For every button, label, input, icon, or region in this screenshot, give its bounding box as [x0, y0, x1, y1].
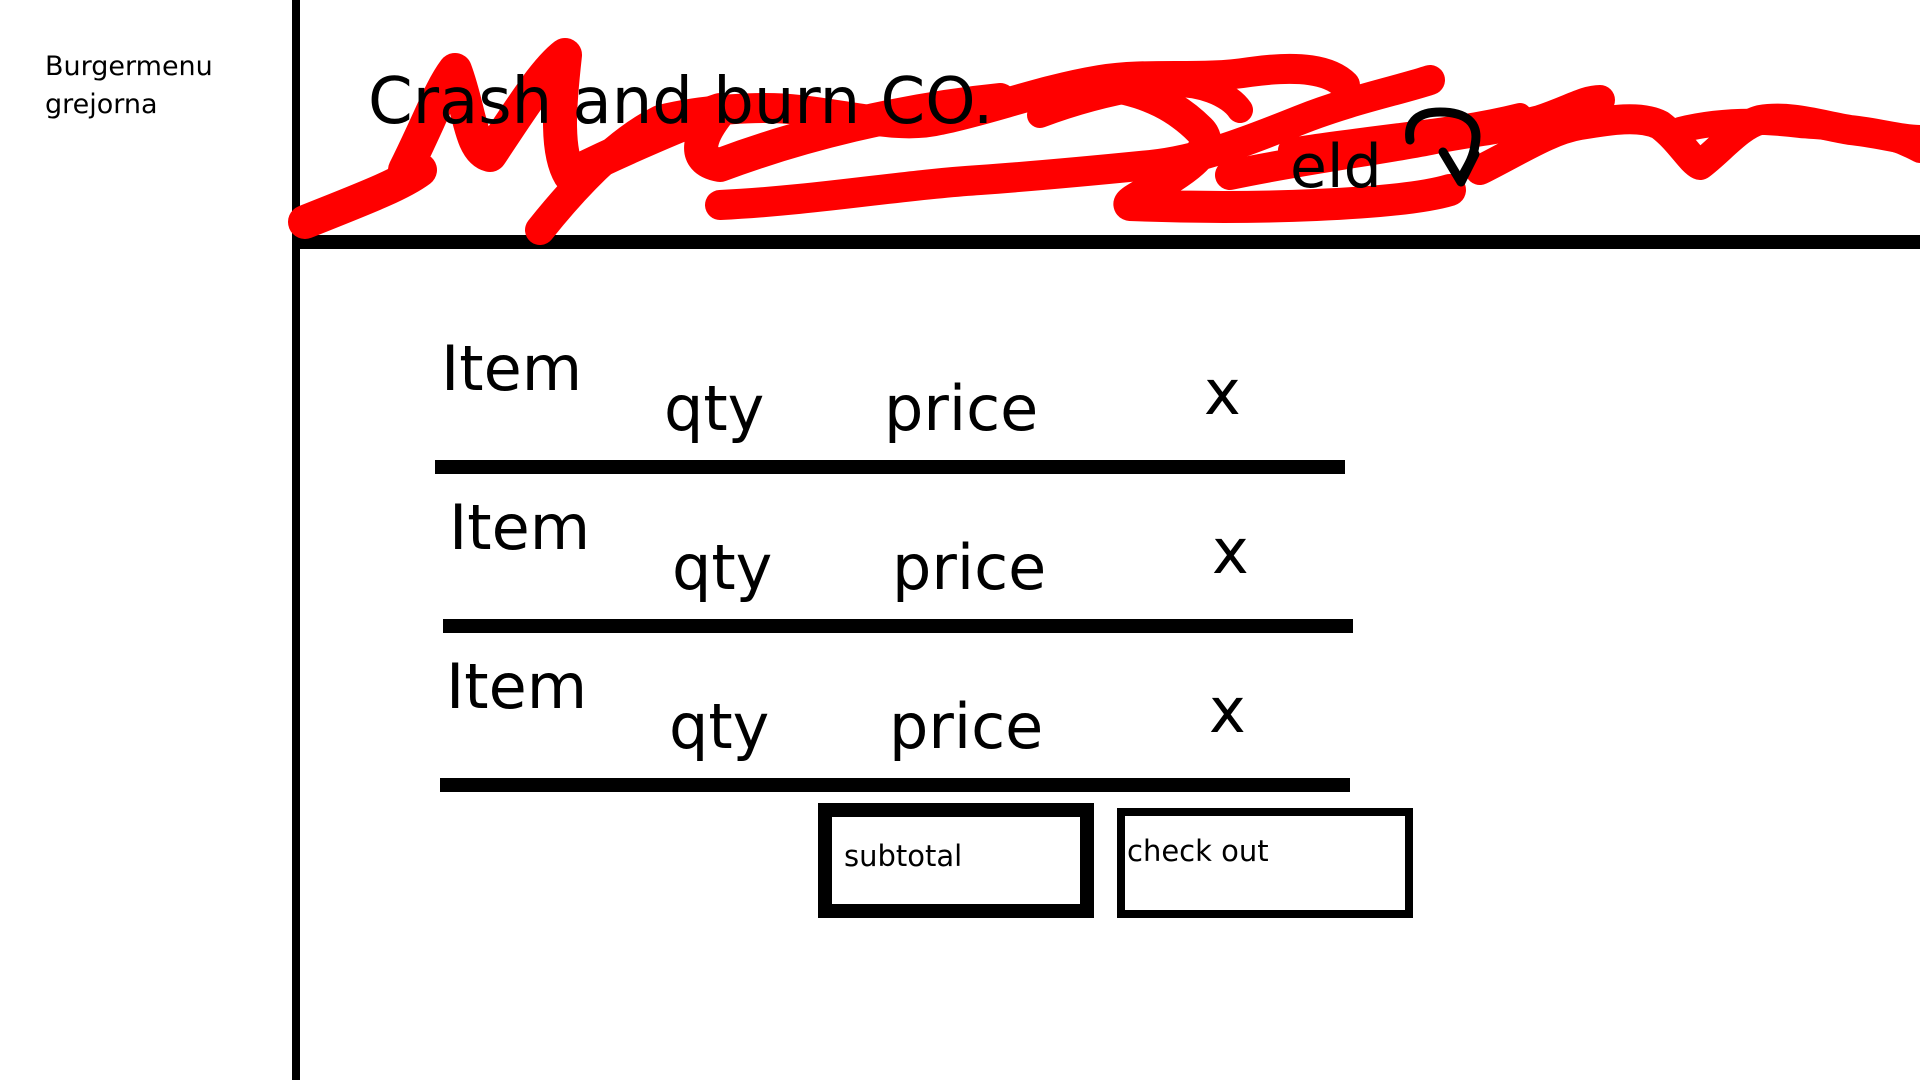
checkout-button[interactable]: check out — [1117, 808, 1413, 918]
curved-arrow-icon[interactable] — [1395, 100, 1495, 200]
cart-page: Burgermenu grejorna Crash and burn CO. e… — [0, 0, 1920, 1080]
item-qty[interactable]: qty — [672, 537, 772, 599]
item-price: price — [884, 372, 1039, 445]
item-name: Item — [441, 332, 583, 405]
burger-menu-label: Burgermenu — [45, 51, 213, 82]
cart-row: Item qty price x — [440, 636, 1366, 796]
cart-row: Item qty price x — [443, 477, 1369, 637]
row-divider — [443, 619, 1353, 633]
item-name: Item — [446, 650, 588, 723]
item-price: price — [892, 531, 1047, 604]
subtotal-box: subtotal — [818, 803, 1094, 918]
burger-menu-sublabel: grejorna — [45, 89, 158, 120]
item-qty[interactable]: qty — [669, 696, 769, 758]
item-price: price — [889, 690, 1044, 763]
cart-row: Item qty price x — [435, 318, 1361, 478]
sidebar-divider — [292, 0, 300, 1080]
remove-item-button[interactable]: x — [1204, 362, 1241, 424]
header-divider — [292, 235, 1920, 249]
header-suffix-text: eld — [1290, 132, 1382, 202]
subtotal-label: subtotal — [844, 839, 963, 873]
item-qty[interactable]: qty — [664, 378, 764, 440]
burger-menu[interactable]: Burgermenu grejorna — [45, 48, 213, 124]
sidebar: Burgermenu grejorna — [0, 0, 292, 1080]
item-name: Item — [449, 491, 591, 564]
company-title: Crash and burn CO. — [368, 65, 994, 139]
remove-item-button[interactable]: x — [1212, 521, 1249, 583]
row-divider — [440, 778, 1350, 792]
row-divider — [435, 460, 1345, 474]
checkout-label: check out — [1127, 834, 1269, 868]
remove-item-button[interactable]: x — [1209, 680, 1246, 742]
